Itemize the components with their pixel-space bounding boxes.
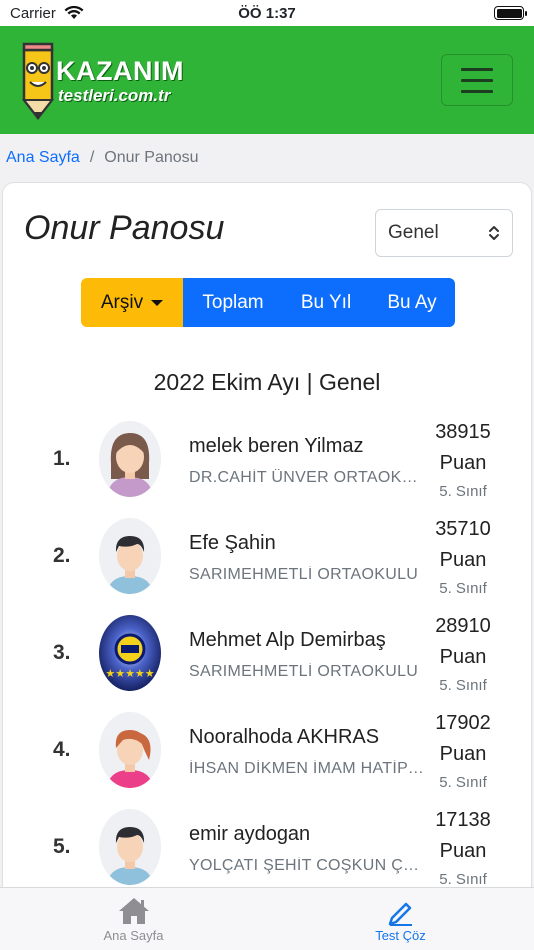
student-name: emir aydogan: [189, 823, 311, 845]
leaderboard-row[interactable]: 4. Nooralhoda AKHRAS İHSAN DİKMEN İMAM H…: [3, 708, 531, 805]
period-button-group: Arşiv Toplam Bu Yıl Bu Ay: [81, 278, 455, 327]
school-name: YOLÇATI ŞEHİT COŞKUN ÇAKIR ORTAOKULU: [189, 857, 425, 874]
status-bar: Carrier ÖÖ 1:37: [0, 0, 534, 26]
total-button[interactable]: Toplam: [183, 278, 283, 327]
school-name: SARIMEHMETLİ ORTAOKULU: [189, 663, 419, 680]
pencil-mascot-icon: [21, 42, 55, 120]
leaderboard-row[interactable]: 2. Efe Şahin SARIMEHMETLİ ORTAOKULU 3571…: [3, 514, 531, 611]
svg-text:★★★★★: ★★★★★: [105, 667, 154, 680]
this-month-button[interactable]: Bu Ay: [369, 278, 455, 327]
grade-level: 5. Sınıf: [439, 774, 487, 791]
breadcrumb-separator: /: [89, 149, 95, 166]
logo-subtitle: testleri.com.tr: [58, 86, 171, 105]
grade-level: 5. Sınıf: [439, 580, 487, 597]
rank-number: 1.: [53, 447, 71, 470]
student-name: Mehmet Alp Demirbaş: [189, 629, 386, 651]
archive-button-label: Arşiv: [100, 291, 144, 313]
grade-level: 5. Sınıf: [439, 871, 487, 888]
grade-level: 5. Sınıf: [439, 677, 487, 694]
tab-home-label: Ana Sayfa: [103, 928, 164, 943]
breadcrumb-current: Onur Panosu: [104, 149, 199, 166]
grade-level: 5. Sınıf: [439, 483, 487, 500]
tab-test-label: Test Çöz: [375, 928, 426, 943]
honor-board-card: Onur Panosu Genel Arşiv Toplam Bu Yıl Bu…: [2, 182, 532, 902]
student-name: melek beren Yilmaz: [189, 435, 364, 457]
site-logo[interactable]: KAZANIM testleri.com.tr: [18, 42, 188, 120]
archive-dropdown-button[interactable]: Arşiv: [81, 278, 183, 327]
caret-down-icon: [151, 299, 164, 306]
home-icon: [118, 898, 149, 924]
wifi-icon: [64, 6, 84, 19]
rank-number: 5.: [53, 835, 71, 858]
student-name: Efe Şahin: [189, 532, 276, 554]
girl-avatar-icon: [99, 421, 161, 497]
carrier-label: Carrier: [10, 4, 56, 22]
rank-number: 2.: [53, 544, 71, 567]
tab-home[interactable]: Ana Sayfa: [0, 888, 267, 950]
score-value: 38915 Puan: [435, 421, 491, 474]
school-name: SARIMEHMETLİ ORTAOKULU: [189, 566, 419, 583]
battery-icon: [494, 6, 527, 20]
score-value: 28910 Puan: [435, 615, 491, 668]
select-arrows-icon: [488, 225, 500, 241]
this-year-button[interactable]: Bu Yıl: [283, 278, 369, 327]
breadcrumb-home-link[interactable]: Ana Sayfa: [6, 149, 80, 167]
leaderboard-list: 1. melek beren Yilmaz DR.CAHİT ÜNVER ORT…: [3, 417, 531, 901]
bottom-tab-bar: Ana Sayfa Test Çöz: [0, 887, 534, 950]
rank-number: 4.: [53, 738, 71, 761]
breadcrumb: Ana Sayfa / Onur Panosu: [0, 134, 534, 182]
student-name: Nooralhoda AKHRAS: [189, 726, 380, 748]
school-name: İHSAN DİKMEN İMAM HATİP ORTAOKULU: [189, 760, 425, 777]
score-value: 35710 Puan: [435, 518, 491, 571]
logo-title: KAZANIM: [56, 56, 184, 86]
leaderboard-row[interactable]: 1. melek beren Yilmaz DR.CAHİT ÜNVER ORT…: [3, 417, 531, 514]
navbar: KAZANIM testleri.com.tr: [0, 26, 534, 134]
girl-ponytail-avatar-icon: [99, 712, 161, 788]
score-value: 17138 Puan: [435, 809, 491, 862]
club-badge-icon: ★★★★★: [99, 615, 161, 691]
boy-avatar-icon: [99, 809, 161, 885]
rank-number: 3.: [53, 641, 71, 664]
category-select[interactable]: Genel: [375, 209, 513, 257]
menu-toggle-button[interactable]: [441, 54, 513, 106]
hamburger-icon: [461, 67, 493, 71]
page-title: Onur Panosu: [24, 209, 225, 247]
school-name: DR.CAHİT ÜNVER ORTAOKULU: [189, 469, 425, 486]
tab-test[interactable]: Test Çöz: [267, 888, 534, 950]
score-value: 17902 Puan: [435, 712, 491, 765]
leaderboard-subtitle: 2022 Ekim Ayı | Genel: [153, 369, 381, 395]
category-select-value: Genel: [388, 222, 439, 243]
pencil-icon: [388, 902, 412, 926]
boy-avatar-icon: [99, 518, 161, 594]
leaderboard-row[interactable]: 3. ★★★★★ Mehmet Alp Demirbaş SARIMEHMETL…: [3, 611, 531, 708]
